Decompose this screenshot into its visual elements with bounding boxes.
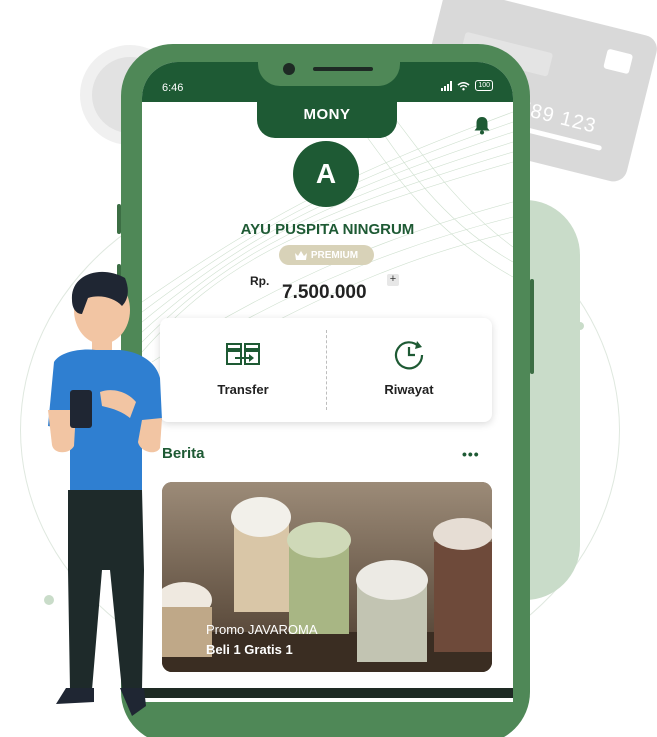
premium-badge: PREMIUM [279, 245, 374, 265]
phone-side-button [117, 204, 121, 234]
user-name: AYU PUSPITA NINGRUM [240, 221, 415, 238]
phone-side-button [530, 279, 534, 374]
history-button[interactable]: Riwayat [326, 318, 492, 422]
phone-bottom-bezel [142, 688, 513, 698]
history-label: Riwayat [384, 382, 434, 397]
status-icons: 100 [441, 80, 493, 91]
person-illustration [48, 271, 162, 716]
action-card: Transfer Riwayat [160, 318, 492, 422]
avatar[interactable]: A [293, 141, 359, 207]
wifi-icon [457, 81, 470, 90]
news-card[interactable]: Promo JAVAROMA Beli 1 Gratis 1 [162, 482, 492, 672]
app-title: MONY [303, 106, 351, 123]
promo-stage: 789 123 6:46 100 MONY A AYU PUSPITA NING… [0, 0, 657, 737]
currency-label: Rp. [250, 274, 270, 288]
balance-amount: 7.500.000 [282, 282, 367, 303]
phone-speaker [313, 67, 373, 71]
crown-icon [294, 250, 307, 260]
front-camera [283, 63, 295, 75]
phone-notch [258, 60, 400, 86]
add-balance-button[interactable]: + [387, 274, 399, 286]
card-chip [603, 48, 634, 75]
battery-icon: 100 [475, 80, 493, 91]
bell-icon[interactable] [473, 115, 491, 135]
status-time: 6:46 [162, 82, 184, 94]
app-screen: 6:46 100 MONY A AYU PUSPITA NINGRUM PREM… [142, 62, 513, 702]
transfer-icon [226, 343, 260, 365]
premium-label: PREMIUM [310, 249, 359, 261]
news-more-button[interactable]: ••• [462, 446, 480, 462]
signal-icon [441, 80, 453, 91]
history-icon [394, 341, 424, 370]
